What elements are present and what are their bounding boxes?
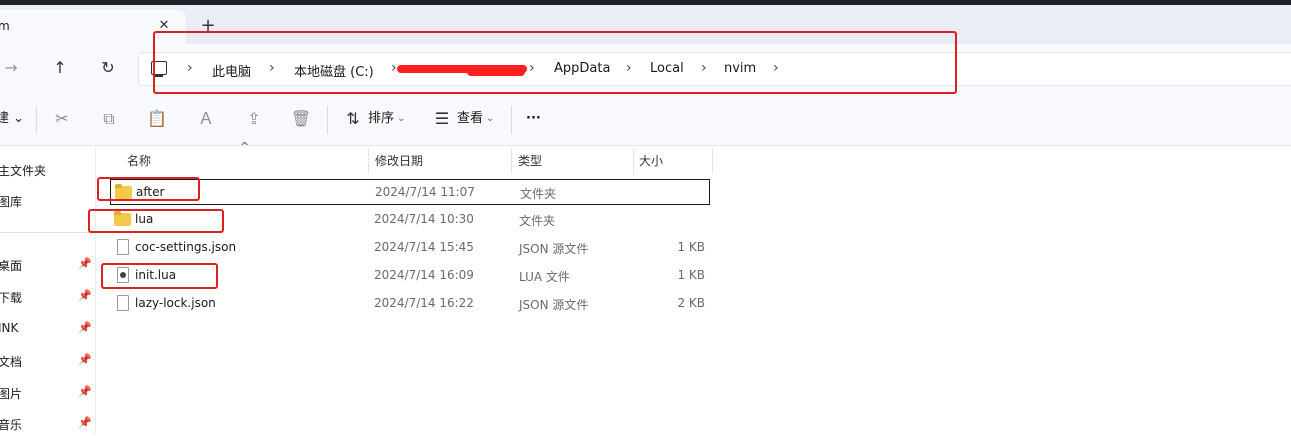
nav-item-label: INK [0,321,19,335]
column-divider[interactable] [511,148,512,174]
file-date: 2024/7/14 16:09 [374,268,474,282]
pin-icon: 📌 [78,353,92,366]
chevron-down-icon[interactable]: ⌄ [397,108,405,130]
copy-icon[interactable]: ⧉ [98,108,120,130]
nav-item-label: 桌面 [0,259,23,273]
nav-divider [0,232,96,233]
file-row[interactable]: after 2024/7/14 11:07 文件夹 [110,179,710,205]
navigation-pane: 主文件夹 图库 桌面 📌 下载 📌 INK 📌 文档 📌 图片 📌 音乐 📌 [0,146,96,434]
nav-item-pictures[interactable]: 图片 📌 [0,381,96,405]
command-bar: 建 ⌄ ✂ ⧉ 📋 Ａ ⇪ 🗑 ⇅ 排序 ⌄ ☰ 查看 ⌄ ··· [0,94,1291,146]
file-type: 文件夹 [519,214,556,228]
nav-item-home[interactable]: 主文件夹 [0,158,96,182]
sort-ascending-icon: ^ [240,140,250,153]
column-header-size[interactable]: 大小 [639,152,663,169]
file-row[interactable]: lazy-lock.json 2024/7/14 16:22 JSON 源文件 … [110,291,710,317]
view-icon[interactable]: ☰ [431,108,453,130]
column-divider[interactable] [633,148,634,174]
column-divider[interactable] [712,148,713,174]
column-header-row: ^ 名称 修改日期 类型 大小 [96,140,1291,174]
share-icon[interactable]: ⇪ [243,108,265,130]
annotation-box-after [97,177,200,201]
file-size: 1 KB [677,240,705,254]
column-header-type[interactable]: 类型 [518,152,542,169]
annotation-box-lua [88,209,224,233]
pin-icon: 📌 [78,416,92,429]
annotation-box-address [153,31,957,94]
toolbar-divider [327,106,328,134]
view-button[interactable]: 查看 [457,108,483,130]
file-date: 2024/7/14 10:30 [374,212,474,226]
nav-item-music[interactable]: 音乐 📌 [0,412,96,436]
column-header-name[interactable]: 名称 [127,152,151,169]
rename-icon[interactable]: Ａ [195,108,217,130]
nav-item-ink[interactable]: INK 📌 [0,317,96,341]
file-size: 2 KB [677,296,705,310]
pin-icon: 📌 [78,385,92,398]
nav-item-label: 下载 [0,291,23,305]
nav-item-label: 图片 [0,387,23,401]
toolbar-divider [511,106,512,134]
pin-icon: 📌 [78,257,92,270]
column-header-date[interactable]: 修改日期 [375,152,423,169]
new-button[interactable]: 建 ⌄ [0,108,24,130]
nav-item-downloads[interactable]: 下载 📌 [0,285,96,309]
file-type: JSON 源文件 [519,242,589,256]
nav-item-label: 图库 [0,195,23,209]
sort-button[interactable]: 排序 [368,108,394,130]
file-date: 2024/7/14 11:07 [375,185,475,199]
more-options-icon[interactable]: ··· [526,108,541,130]
pin-icon: 📌 [78,321,92,334]
json-file-icon [117,295,129,311]
nav-item-label: 主文件夹 [0,164,47,178]
file-date: 2024/7/14 16:22 [374,296,474,310]
file-row[interactable]: coc-settings.json 2024/7/14 15:45 JSON 源… [110,235,710,261]
nav-item-label: 音乐 [0,418,23,432]
file-type: LUA 文件 [519,270,570,284]
pin-icon: 📌 [78,289,92,302]
file-name: coc-settings.json [135,240,237,254]
json-file-icon [117,239,129,255]
file-size: 1 KB [677,268,705,282]
up-icon[interactable]: ↑ [49,57,71,79]
file-type: 文件夹 [520,187,557,201]
tab-title: m [0,19,10,33]
refresh-icon[interactable]: ↻ [97,57,119,79]
nav-item-label: 文档 [0,355,23,369]
forward-icon[interactable]: → [0,57,22,79]
paste-icon[interactable]: 📋 [146,108,168,130]
toolbar-divider [36,106,37,134]
file-type: JSON 源文件 [519,298,589,312]
delete-icon[interactable]: 🗑 [290,108,312,130]
cut-icon[interactable]: ✂ [51,108,73,130]
nav-item-documents[interactable]: 文档 📌 [0,349,96,373]
annotation-box-init [101,263,218,289]
file-date: 2024/7/14 15:45 [374,240,474,254]
file-name: lazy-lock.json [135,296,216,310]
column-divider[interactable] [368,148,369,174]
sort-icon[interactable]: ⇅ [342,108,364,130]
chevron-down-icon[interactable]: ⌄ [486,108,494,130]
nav-item-desktop[interactable]: 桌面 📌 [0,253,96,277]
nav-item-gallery[interactable]: 图库 [0,189,96,213]
